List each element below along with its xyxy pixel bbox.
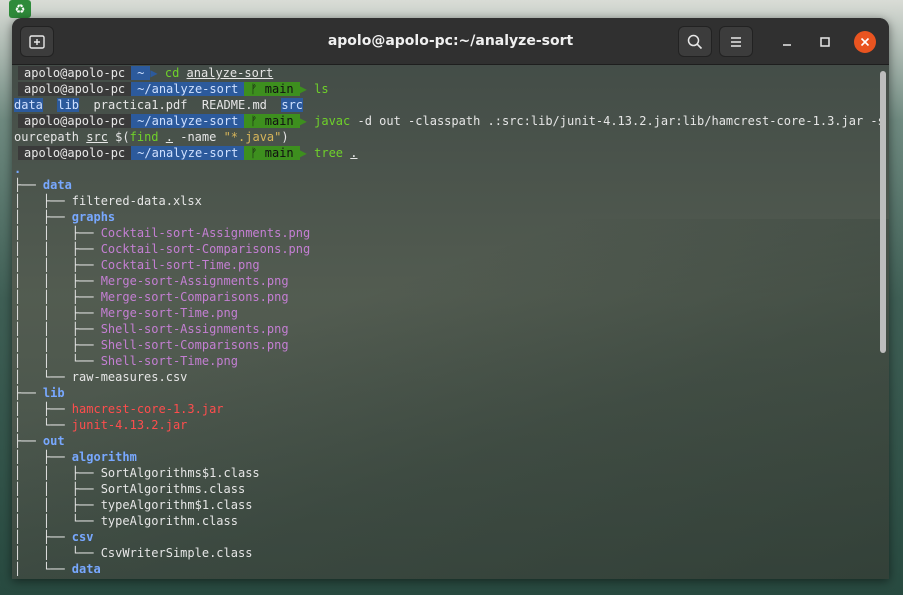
command-wrap-line: ourcepath src $(find . -name "*.java") <box>14 130 289 144</box>
prompt-git-branch: ᚠ main <box>244 146 300 160</box>
command-arg: . <box>350 146 358 160</box>
tree-entry: Cocktail-sort-Comparisons.png <box>100 242 311 256</box>
ls-output: data lib practica1.pdf README.md src <box>14 97 889 113</box>
tree-line: │ └── raw-measures.csv <box>14 370 188 384</box>
tree-entry: SortAlgorithms.class <box>100 482 246 496</box>
tree-entry: out <box>42 434 65 448</box>
tree-line: ├── out <box>14 434 65 448</box>
tree-entry: Shell-sort-Time.png <box>100 354 238 368</box>
tree-entry: Merge-sort-Time.png <box>100 306 238 320</box>
menu-button[interactable] <box>719 26 753 57</box>
ls-item-src: src <box>281 98 304 112</box>
tree-line: │ │ ├── Shell-sort-Comparisons.png <box>14 338 289 352</box>
prompt-git-branch: ᚠ main <box>244 114 300 128</box>
tree-entry: typeAlgorithm$1.class <box>100 498 253 512</box>
minimize-button[interactable] <box>776 31 798 53</box>
ls-item-pdf: practica1.pdf <box>93 98 188 112</box>
tree-line: │ │ ├── typeAlgorithm$1.class <box>14 498 253 512</box>
tree-line: │ ├── algorithm <box>14 450 137 464</box>
maximize-icon <box>820 37 830 47</box>
tree-entry: Shell-sort-Assignments.png <box>100 322 289 336</box>
tree-entry: . <box>14 162 22 176</box>
tree-output: . ├── data │ ├── filtered-data.xlsx │ ├── g… <box>14 161 889 577</box>
prompt-user: apolo@apolo-pc <box>18 114 132 128</box>
prompt-dir: ~/analyze-sort <box>131 114 245 128</box>
tree-entry: lib <box>42 386 65 400</box>
tree-line: │ │ ├── Shell-sort-Assignments.png <box>14 322 289 336</box>
tree-entry: Merge-sort-Assignments.png <box>100 274 289 288</box>
command-name: cd <box>164 66 180 80</box>
tree-line: │ │ └── typeAlgorithm.class <box>14 514 238 528</box>
tree-entry: Merge-sort-Comparisons.png <box>100 290 289 304</box>
tree-line: │ └── data <box>14 562 101 576</box>
tree-entry: Cocktail-sort-Time.png <box>100 258 260 272</box>
ls-item-data: data <box>14 98 43 112</box>
tree-line: │ │ ├── Merge-sort-Time.png <box>14 306 238 320</box>
tree-line: │ ├── filtered-data.xlsx <box>14 194 202 208</box>
tree-entry: filtered-data.xlsx <box>71 194 202 208</box>
tree-entry: Shell-sort-Comparisons.png <box>100 338 289 352</box>
trash-desktop-icon[interactable]: ♻ <box>9 0 31 18</box>
close-icon <box>860 37 870 47</box>
tree-line: │ │ ├── SortAlgorithms$1.class <box>14 466 260 480</box>
scrollbar-thumb[interactable] <box>880 71 886 353</box>
command-arg: analyze-sort <box>186 66 274 80</box>
tree-entry: csv <box>71 530 94 544</box>
terminal-window: apolo@apolo-pc:~/analyze-sort apolo@apol… <box>12 18 889 579</box>
command-args: -d out -classpath .:src:lib/junit-4.13.2… <box>350 114 885 128</box>
tree-entry: CsvWriterSimple.class <box>100 546 253 560</box>
tree-entry: algorithm <box>71 450 137 464</box>
tree-entry: hamcrest-core-1.3.jar <box>71 402 224 416</box>
tree-line: │ │ ├── Merge-sort-Comparisons.png <box>14 290 289 304</box>
tree-line: │ ├── graphs <box>14 210 116 224</box>
command-name: javac <box>314 114 351 128</box>
tree-line: │ └── junit-4.13.2.jar <box>14 418 188 432</box>
tree-entry: SortAlgorithms$1.class <box>100 466 260 480</box>
close-button[interactable] <box>854 31 876 53</box>
terminal-output[interactable]: apolo@apolo-pc ~ ▶ cd analyze-sort apolo@a… <box>12 65 889 579</box>
prompt-user: apolo@apolo-pc <box>18 82 132 96</box>
window-title: apolo@apolo-pc:~/analyze-sort <box>327 33 574 49</box>
tree-line: ├── data <box>14 178 72 192</box>
minimize-icon <box>783 44 791 46</box>
prompt-line: apolo@apolo-pc ~/analyze-sort ᚠ main ▶ tree… <box>14 145 889 161</box>
ls-item-readme: README.md <box>201 98 267 112</box>
tree-line: │ │ ├── Cocktail-sort-Time.png <box>14 258 260 272</box>
search-icon <box>687 34 703 49</box>
tree-entry: data <box>71 562 101 576</box>
command-name: tree <box>314 146 344 160</box>
prompt-line: apolo@apolo-pc ~/analyze-sort ᚠ main ▶ java… <box>14 113 889 129</box>
tree-line: │ │ ├── Cocktail-sort-Assignments.png <box>14 226 311 240</box>
tree-line: │ │ └── Shell-sort-Time.png <box>14 354 238 368</box>
ls-item-lib: lib <box>57 98 80 112</box>
tree-entry: data <box>42 178 72 192</box>
titlebar: apolo@apolo-pc:~/analyze-sort <box>12 18 889 65</box>
tree-entry: Cocktail-sort-Assignments.png <box>100 226 311 240</box>
prompt-dir: ~/analyze-sort <box>131 82 245 96</box>
command-name: ls <box>314 82 329 96</box>
tree-entry: raw-measures.csv <box>71 370 188 384</box>
tree-line: │ ├── csv <box>14 530 94 544</box>
tree-line: │ │ ├── Merge-sort-Assignments.png <box>14 274 289 288</box>
tree-entry: graphs <box>71 210 116 224</box>
tree-line: │ ├── hamcrest-core-1.3.jar <box>14 402 224 416</box>
prompt-dir: ~/analyze-sort <box>131 146 245 160</box>
tree-line: ├── lib <box>14 386 65 400</box>
tree-line: │ │ ├── Cocktail-sort-Comparisons.png <box>14 242 311 256</box>
maximize-button[interactable] <box>814 31 836 53</box>
prompt-dir: ~ <box>131 66 151 80</box>
search-button[interactable] <box>678 26 712 57</box>
tree-entry: typeAlgorithm.class <box>100 514 238 528</box>
tree-line: │ │ ├── SortAlgorithms.class <box>14 482 246 496</box>
tree-entry: junit-4.13.2.jar <box>71 418 188 432</box>
hamburger-menu-icon <box>731 36 741 47</box>
prompt-line: apolo@apolo-pc ~/analyze-sort ᚠ main ▶ ls <box>14 81 889 97</box>
prompt-user: apolo@apolo-pc <box>18 66 132 80</box>
prompt-line: apolo@apolo-pc ~ ▶ cd analyze-sort <box>14 65 889 81</box>
tree-line: . <box>14 161 889 177</box>
tree-line: │ │ └── CsvWriterSimple.class <box>14 546 253 560</box>
prompt-git-branch: ᚠ main <box>244 82 300 96</box>
prompt-user: apolo@apolo-pc <box>18 146 132 160</box>
